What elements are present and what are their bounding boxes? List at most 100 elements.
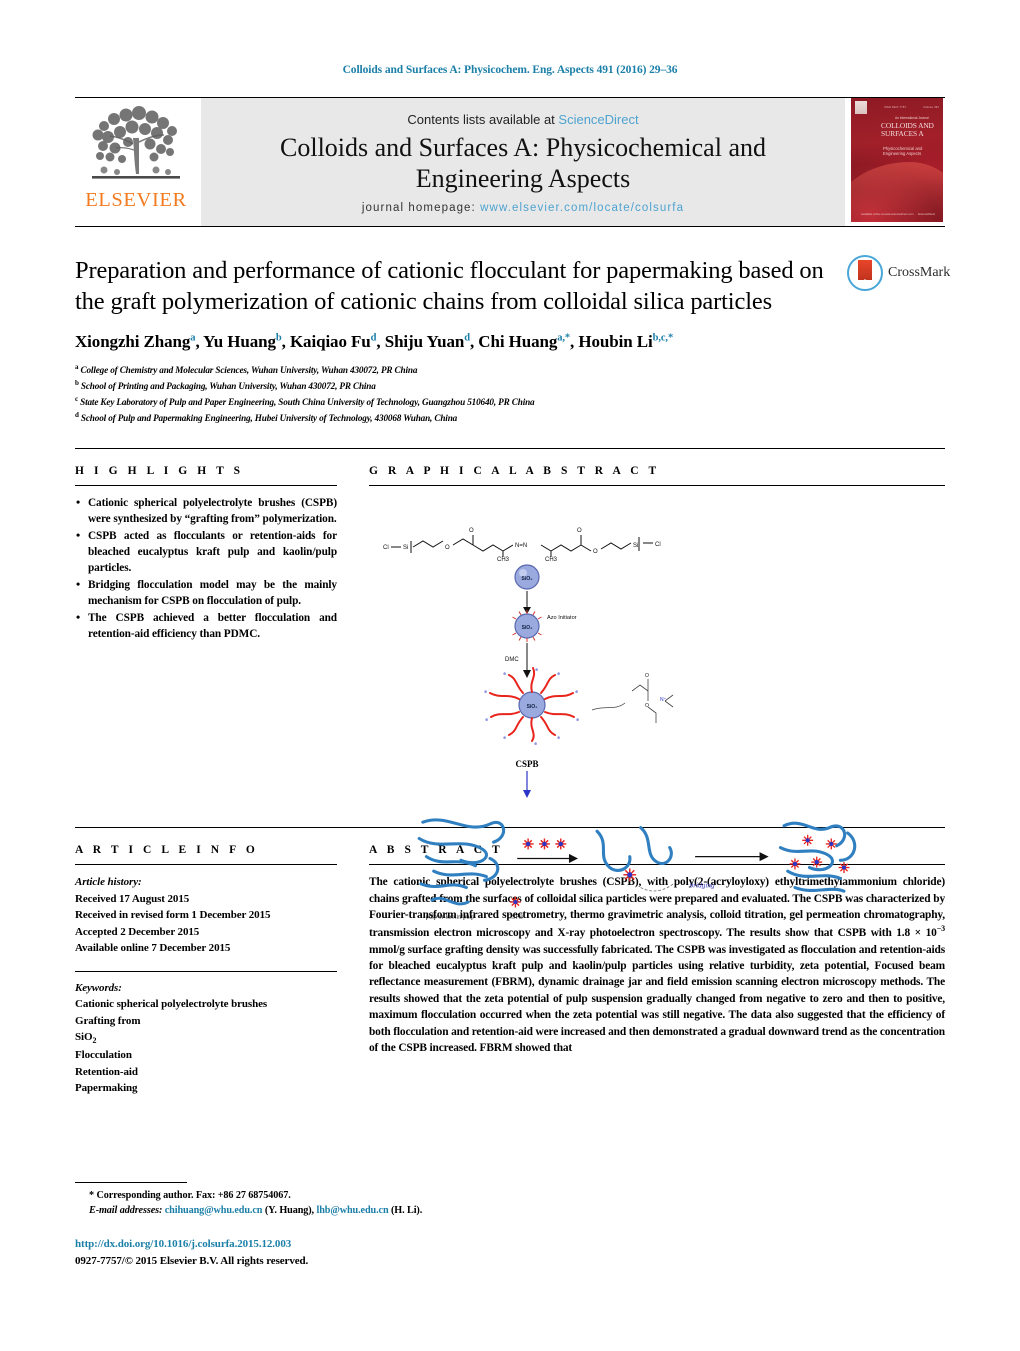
ga-azo-initiator-label: Azo Initiator (547, 615, 577, 621)
author-name: Xiongzhi Zhang (75, 332, 191, 352)
article-history-block: Article history: Received 17 August 2015… (75, 874, 337, 957)
journal-masthead: ELSEVIER Contents lists available at Sci… (75, 97, 945, 226)
highlights-list: Cationic spherical polyelectrolyte brush… (75, 494, 337, 642)
cover-title: COLLOIDS AND SURFACES A (881, 121, 934, 139)
author-affil-marker[interactable]: a,* (557, 333, 570, 344)
list-item: CSPB acted as flocculants or retention-a… (75, 527, 337, 576)
ga-legend-cspb-label: CSPB (508, 913, 524, 920)
svg-text:⊕: ⊕ (503, 671, 507, 676)
ga-monomer-label: DMC (505, 657, 519, 663)
keywords-rule (75, 970, 337, 972)
svg-text:Cl: Cl (383, 545, 389, 551)
svg-text:⊕: ⊕ (557, 735, 561, 740)
svg-text:⊕: ⊕ (484, 689, 488, 694)
list-item: The CSPB achieved a better flocculation … (75, 609, 337, 642)
cover-subtitle: Physicochemical and Engineering Aspects (883, 146, 923, 157)
ga-bridging-label: bridging (690, 882, 715, 890)
elsevier-wordmark: ELSEVIER (85, 189, 187, 211)
journal-cover-block: ISSN 0927-7757 Volume 491 An Internation… (849, 98, 945, 226)
cover-top-right-note: Volume 491 (923, 105, 939, 109)
affiliation-item: a College of Chemistry and Molecular Sci… (75, 362, 945, 378)
article-history-label: Article history: (75, 876, 142, 889)
crossmark-icon (847, 255, 883, 291)
author-affil-marker[interactable]: a (190, 333, 195, 344)
author-name: Chi Huang (478, 332, 558, 352)
author-entry: Yu Huangb (203, 332, 282, 351)
cover-bottom-bar: Available online at www.sciencedirect.co… (861, 212, 935, 216)
svg-text:O: O (445, 545, 450, 551)
affiliation-marker: b (75, 379, 79, 388)
affiliation-text: State Key Laboratory of Pulp and Paper E… (80, 397, 535, 408)
keyword-item: Retention-aid (75, 1065, 138, 1078)
crossmark-badge-group[interactable]: CrossMark (847, 255, 950, 291)
author-entry: Houbin Lib,c,* (578, 332, 673, 351)
journal-title-line2: Engineering Aspects (415, 163, 631, 193)
svg-text:CH3: CH3 (497, 557, 510, 563)
article-info-column: A R T I C L E I N F O Article history: R… (75, 844, 337, 1097)
masthead-bottom-rule (75, 226, 945, 227)
abstract-part-2: mmol/g surface grafting density was succ… (369, 943, 945, 1055)
svg-text:O: O (593, 549, 598, 555)
keyword-item: Papermaking (75, 1082, 138, 1095)
svg-text:⊕: ⊕ (557, 671, 561, 676)
list-item: Cationic spherical polyelectrolyte brush… (75, 494, 337, 527)
corresponding-text: Corresponding author. Fax: +86 27 687540… (96, 1189, 291, 1201)
email-link-2[interactable]: lhb@whu.edu.cn (316, 1205, 388, 1216)
sciencedirect-link[interactable]: ScienceDirect (558, 112, 638, 127)
title-area: Preparation and performance of cationic … (75, 255, 950, 426)
svg-text:SiO₂: SiO₂ (522, 625, 533, 631)
ga-cspb-label: CSPB (515, 759, 538, 769)
graphical-abstract-column: G R A P H I C A L A B S T R A C T Cl Si … (369, 465, 945, 920)
keyword-item: Flocculation (75, 1049, 132, 1062)
graphical-abstract-rule (369, 485, 945, 487)
author-name: Kaiqiao Fu (289, 332, 371, 352)
cover-eyebrow: An International Journal (895, 116, 929, 120)
svg-text:SiO₂: SiO₂ (527, 704, 538, 710)
crossmark-label: CrossMark (888, 265, 951, 280)
email-owner-2: (H. Li). (390, 1204, 423, 1216)
author-name: Yu Huang (203, 332, 276, 352)
crossmark-notch-shape (858, 279, 872, 286)
keyword-item: Grafting from (75, 1014, 141, 1027)
affiliation-text: School of Printing and Packaging, Wuhan … (80, 381, 376, 392)
affiliation-item: d School of Pulp and Papermaking Enginee… (75, 410, 945, 426)
affiliation-text: College of Chemistry and Molecular Scien… (80, 365, 418, 376)
journal-cover-thumbnail: ISSN 0927-7757 Volume 491 An Internation… (851, 98, 943, 222)
doi-link[interactable]: http://dx.doi.org/10.1016/j.colsurfa.201… (75, 1236, 945, 1253)
author-name: Houbin Li (578, 332, 653, 352)
author-affil-marker[interactable]: b (276, 333, 282, 344)
keyword-item: Cationic spherical polyelectrolyte brush… (75, 998, 268, 1011)
cover-top-bar: ISSN 0927-7757 Volume 491 (855, 100, 939, 114)
contents-prefix: Contents lists available at (407, 111, 559, 127)
corresponding-marker: * (89, 1189, 94, 1201)
affiliation-marker: a (75, 363, 79, 372)
article-history-item: Received 17 August 2015 (75, 892, 190, 905)
affiliation-item: c State Key Laboratory of Pulp and Paper… (75, 394, 945, 410)
running-head: Colloids and Surfaces A: Physicochem. En… (342, 64, 678, 76)
article-info-heading: A R T I C L E I N F O (75, 844, 259, 857)
svg-text:O: O (469, 528, 474, 534)
svg-text:CH3: CH3 (545, 557, 558, 563)
author-affil-marker[interactable]: d (371, 333, 377, 344)
homepage-url-link[interactable]: www.elsevier.com/locate/colsurfa (480, 202, 684, 214)
corresponding-author-line: * Corresponding author. Fax: +86 27 6875… (75, 1188, 945, 1203)
elsevier-logo: ELSEVIER (75, 98, 197, 226)
affiliation-item: b School of Printing and Packaging, Wuha… (75, 378, 945, 394)
svg-text:⊕: ⊕ (535, 667, 539, 672)
author-affil-marker[interactable]: b,c,* (653, 333, 674, 344)
svg-text:Si: Si (633, 543, 638, 549)
page-footer: * Corresponding author. Fax: +86 27 6875… (75, 1181, 945, 1269)
svg-text:Cl: Cl (655, 542, 661, 548)
contents-available-line: Contents lists available at ScienceDirec… (407, 112, 638, 127)
article-history-item: Received in revised form 1 December 2015 (75, 909, 271, 922)
author-affil-marker[interactable]: d (464, 333, 470, 344)
journal-title: Colloids and Surfaces A: Physicochemical… (280, 133, 766, 194)
email-link-1[interactable]: chihuang@whu.edu.cn (165, 1205, 263, 1216)
keywords-label: Keywords: (75, 981, 122, 994)
cover-bottom-right-note: ScienceDirect (917, 212, 935, 216)
footnote-separator-rule (75, 1181, 187, 1183)
article-info-rule (75, 864, 337, 866)
email-owner-1: (Y. Huang), (264, 1204, 315, 1216)
author-entry: Xiongzhi Zhanga (75, 332, 196, 352)
affiliation-text: School of Pulp and Papermaking Engineeri… (80, 413, 458, 424)
